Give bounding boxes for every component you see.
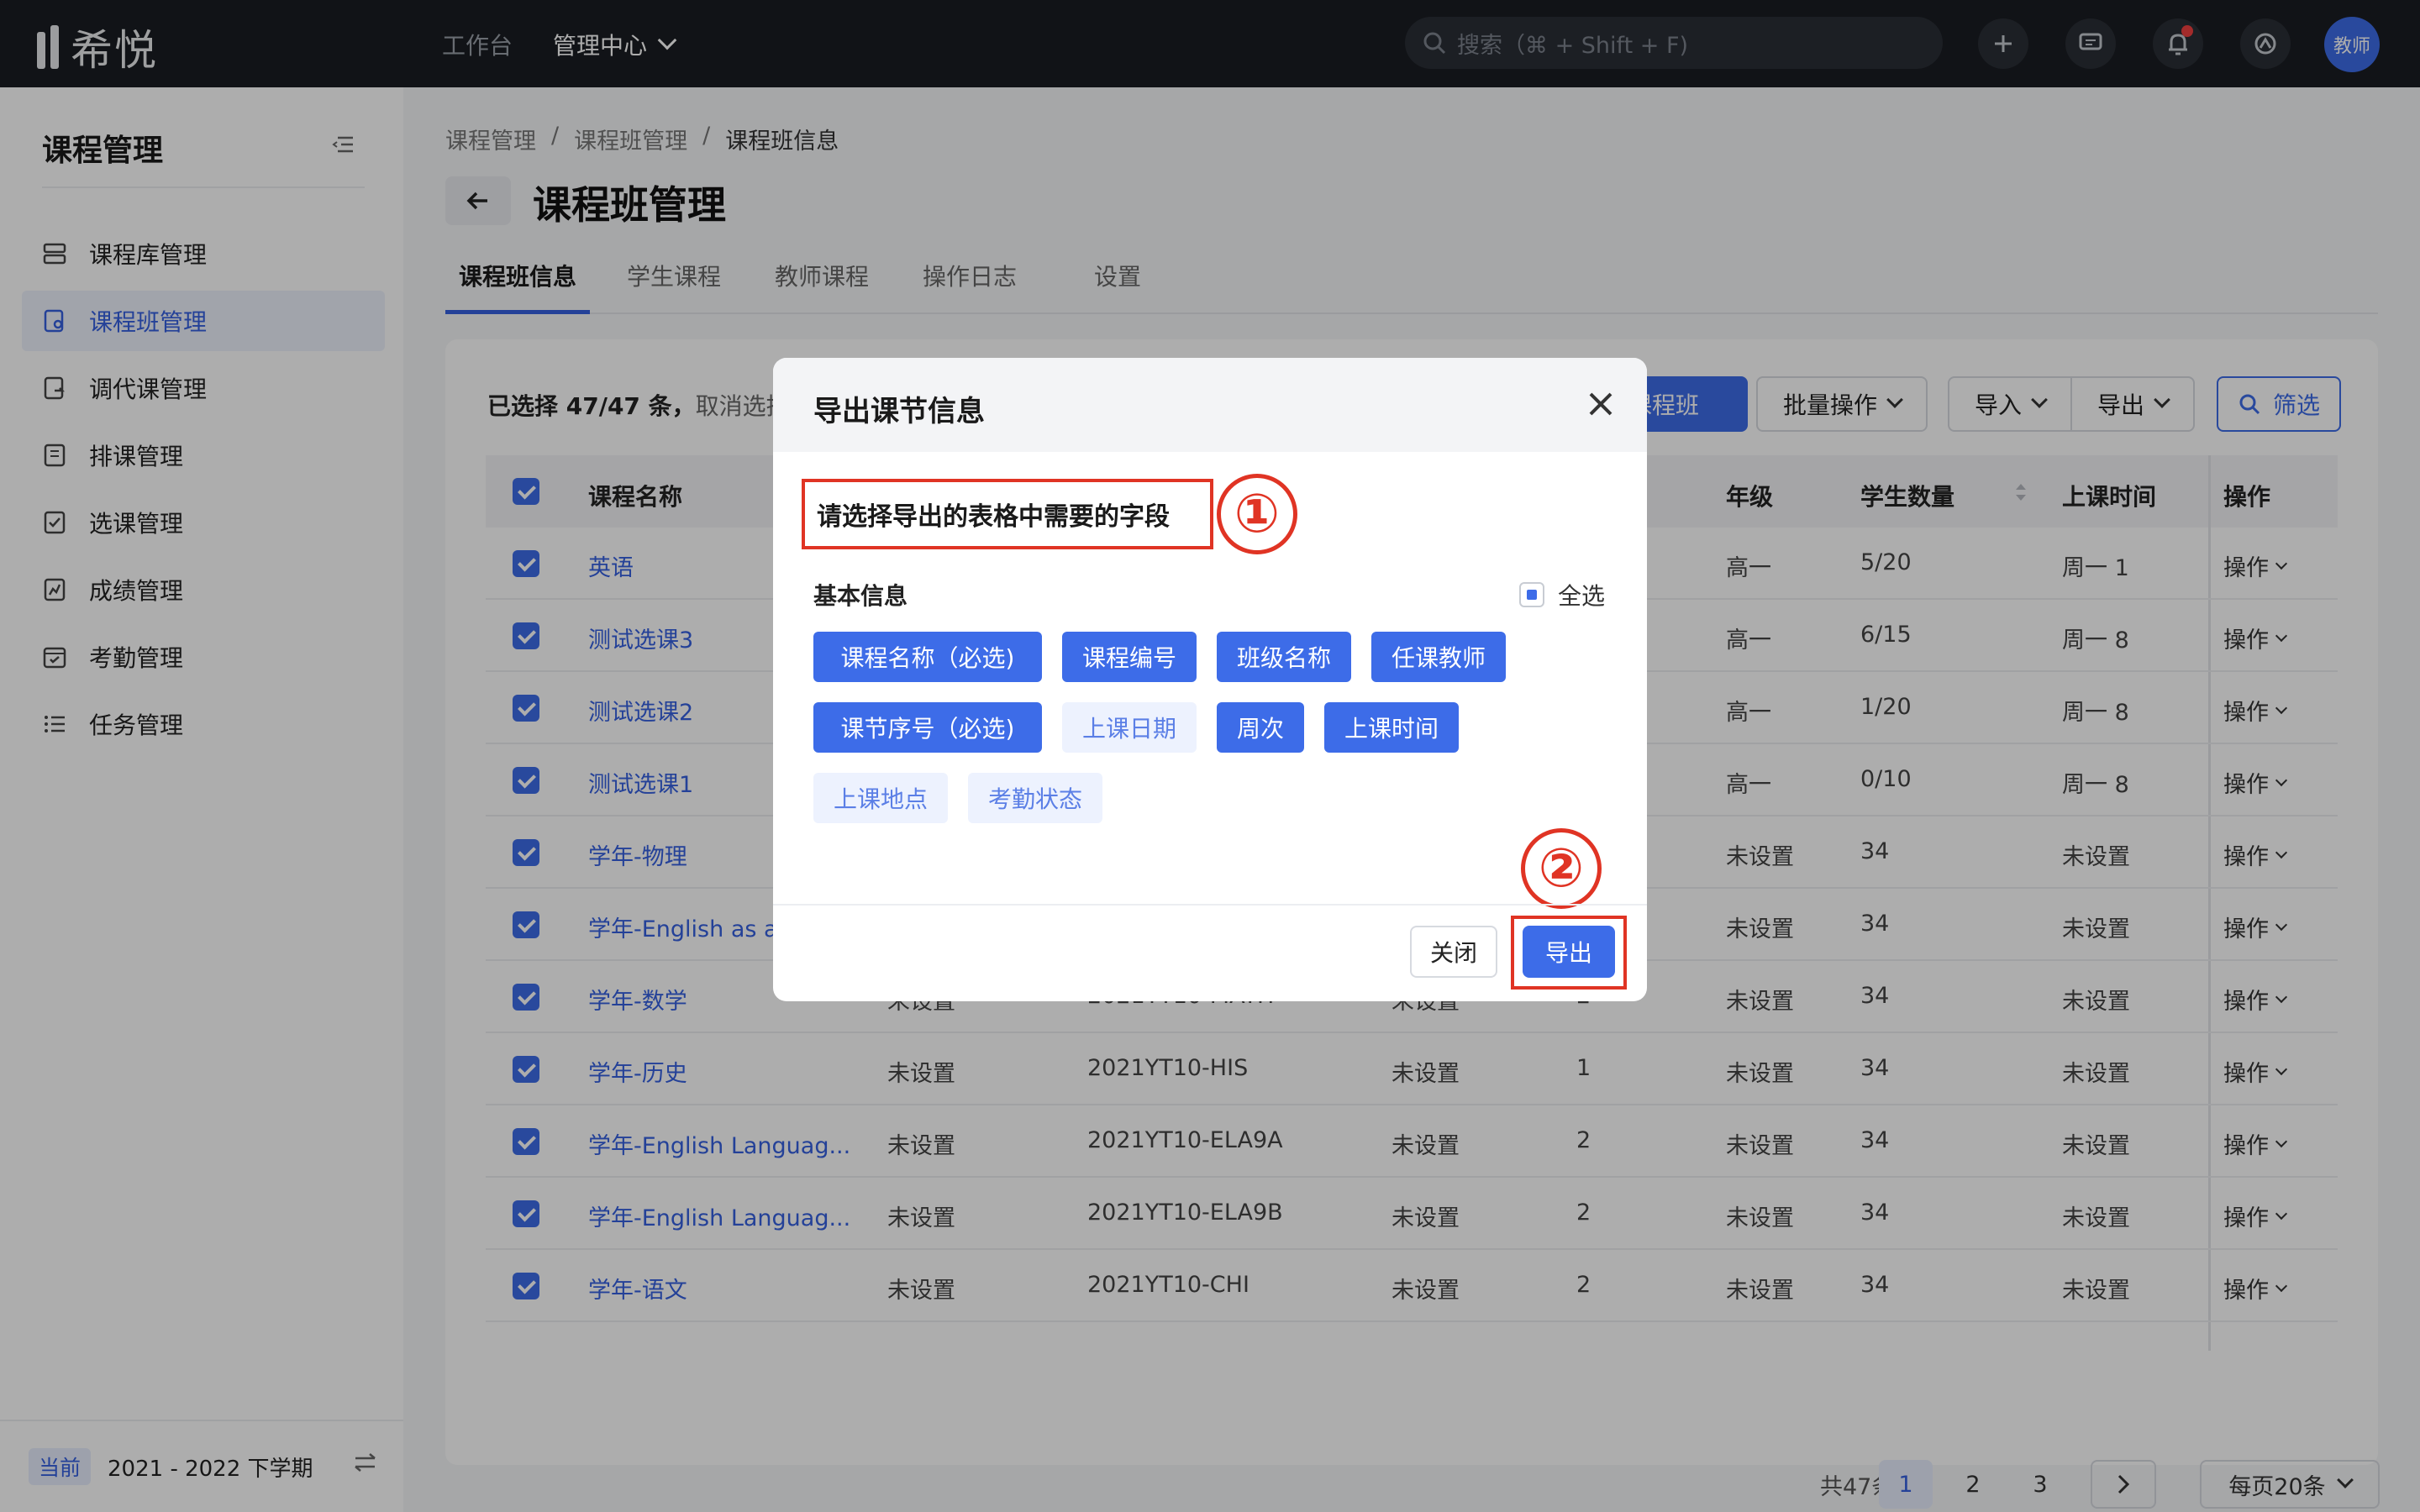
field-chip-class-name[interactable]: 班级名称 — [1217, 632, 1351, 682]
field-chip-lesson-number[interactable]: 课节序号（必选) — [813, 702, 1042, 753]
field-chip-course-name[interactable]: 课程名称（必选) — [813, 632, 1042, 682]
field-chip-attendance[interactable]: 考勤状态 — [968, 773, 1102, 823]
close-button[interactable]: 关闭 — [1410, 926, 1497, 978]
field-chip-class-time[interactable]: 上课时间 — [1324, 702, 1459, 753]
dialog-header: 导出课节信息 — [773, 358, 1647, 452]
select-all-toggle[interactable]: 全选 — [1518, 578, 1605, 612]
field-chip-course-code[interactable]: 课程编号 — [1062, 632, 1197, 682]
field-chip-location[interactable]: 上课地点 — [813, 773, 948, 823]
field-chip-week[interactable]: 周次 — [1217, 702, 1304, 753]
field-chip-teacher[interactable]: 任课教师 — [1371, 632, 1506, 682]
confirm-export-button[interactable]: 导出 — [1523, 926, 1615, 978]
field-chip-class-date[interactable]: 上课日期 — [1062, 702, 1197, 753]
step-2-marker: ② — [1521, 828, 1602, 909]
group-label: 基本信息 — [813, 582, 908, 610]
select-all-checkbox[interactable] — [1518, 582, 1544, 607]
dialog-divider — [773, 904, 1647, 906]
export-dialog: 导出课节信息 请选择导出的表格中需要的字段 ① 基本信息 全选 课程名称（必选)… — [773, 358, 1647, 1001]
select-all-label: 全选 — [1557, 582, 1605, 610]
step-1-marker: ① — [1217, 474, 1297, 554]
dialog-title: 导出课节信息 — [813, 395, 985, 428]
field-prompt: 请选择导出的表格中需要的字段 — [817, 502, 1170, 532]
field-prompt-highlight: 请选择导出的表格中需要的字段 — [802, 479, 1213, 549]
close-icon[interactable] — [1586, 390, 1615, 422]
